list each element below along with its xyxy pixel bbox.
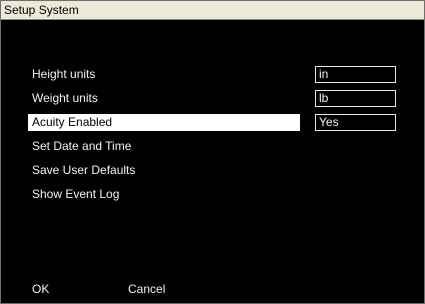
cancel-button[interactable]: Cancel — [128, 281, 165, 298]
menu-item-weight-units[interactable]: Weight units — [28, 90, 300, 107]
ok-button[interactable]: OK — [32, 281, 49, 298]
menu-item-set-date-and-time[interactable]: Set Date and Time — [28, 138, 300, 155]
acuity-enabled-value[interactable]: Yes — [315, 114, 396, 131]
title-bar: Setup System — [1, 1, 424, 20]
window-title: Setup System — [4, 3, 79, 17]
menu-item-save-user-defaults[interactable]: Save User Defaults — [28, 162, 300, 179]
menu-item-acuity-enabled[interactable]: Acuity Enabled — [28, 114, 300, 131]
setup-system-window: Setup System Height units in Weight unit… — [0, 0, 425, 304]
menu-item-height-units[interactable]: Height units — [28, 66, 300, 83]
height-units-value[interactable]: in — [315, 66, 396, 83]
weight-units-value[interactable]: lb — [315, 90, 396, 107]
menu-item-show-event-log[interactable]: Show Event Log — [28, 186, 300, 203]
